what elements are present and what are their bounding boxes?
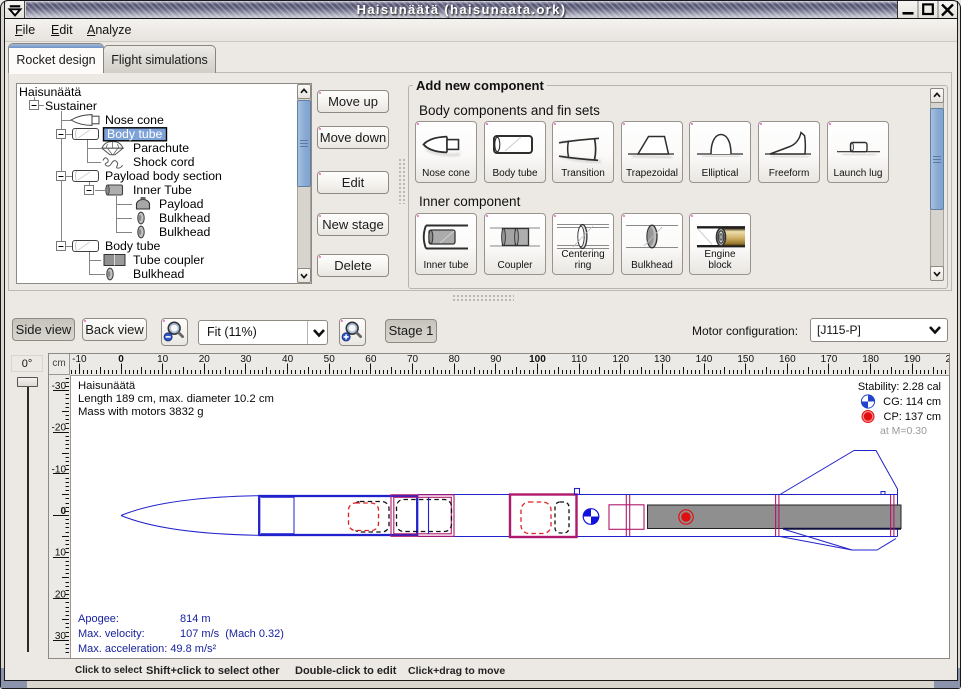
svg-text:70: 70 <box>407 354 419 365</box>
svg-text:20: 20 <box>199 354 211 365</box>
svg-text:Stability: 2.28 cal: Stability: 2.28 cal <box>858 381 941 393</box>
svg-text:50: 50 <box>324 354 336 365</box>
svg-text:Parachute: Parachute <box>133 141 189 155</box>
svg-text:CG: 114 cm: CG: 114 cm <box>883 396 941 408</box>
svg-text:Bulkhead: Bulkhead <box>159 211 210 225</box>
svg-text:30: 30 <box>240 354 252 365</box>
svg-text:30: 30 <box>55 631 67 642</box>
svg-text:110: 110 <box>571 354 587 365</box>
svg-text:180: 180 <box>862 354 879 365</box>
svg-text:Nose cone: Nose cone <box>105 113 164 127</box>
svg-text:100: 100 <box>529 354 546 365</box>
svg-text:-30: -30 <box>52 381 67 392</box>
svg-text:60: 60 <box>365 354 377 365</box>
svg-text:40: 40 <box>282 354 294 365</box>
svg-text:Body tube: Body tube <box>105 239 161 253</box>
svg-text:Payload body section: Payload body section <box>105 169 222 183</box>
svg-text:Sustainer: Sustainer <box>45 99 97 113</box>
svg-text:10: 10 <box>157 354 169 365</box>
svg-text:Shock cord: Shock cord <box>133 155 195 169</box>
svg-text:130: 130 <box>654 354 671 365</box>
svg-text:0: 0 <box>60 506 66 517</box>
svg-text:0: 0 <box>118 354 124 365</box>
svg-text:Bulkhead: Bulkhead <box>133 267 184 281</box>
svg-text:Tube coupler: Tube coupler <box>133 253 204 267</box>
svg-text:20: 20 <box>55 589 67 600</box>
svg-text:CP: 137 cm: CP: 137 cm <box>884 411 941 423</box>
svg-text:160: 160 <box>779 354 796 365</box>
svg-text:at M=0.30: at M=0.30 <box>880 425 927 437</box>
svg-text:-20: -20 <box>52 423 67 434</box>
svg-text:Body tube: Body tube <box>107 127 163 141</box>
svg-text:150: 150 <box>737 354 754 365</box>
svg-text:Payload: Payload <box>159 197 204 211</box>
svg-text:200: 200 <box>946 354 949 365</box>
svg-text:170: 170 <box>821 354 838 365</box>
svg-text:10: 10 <box>55 548 67 559</box>
svg-text:Inner Tube: Inner Tube <box>133 183 192 197</box>
svg-text:80: 80 <box>449 354 461 365</box>
svg-text:120: 120 <box>612 354 629 365</box>
svg-text:140: 140 <box>696 354 713 365</box>
svg-text:-10: -10 <box>52 464 67 475</box>
svg-text:90: 90 <box>490 354 502 365</box>
svg-text:Haisunäätä: Haisunäätä <box>19 85 81 99</box>
svg-text:190: 190 <box>904 354 921 365</box>
svg-text:Bulkhead: Bulkhead <box>159 225 210 239</box>
svg-text:-10: -10 <box>72 354 87 365</box>
